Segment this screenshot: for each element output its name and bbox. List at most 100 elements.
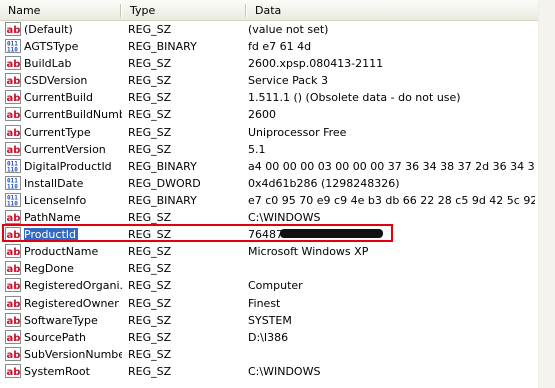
value-name-text: LicenseInfo xyxy=(24,193,87,207)
value-type: REG_SZ xyxy=(128,262,172,276)
value-data: 5.1 xyxy=(248,142,266,156)
svg-text:ab: ab xyxy=(7,333,21,343)
value-name-text: SystemRoot xyxy=(24,364,90,378)
value-name-text: SubVersionNumber xyxy=(24,347,122,361)
string-value-icon: ab xyxy=(5,261,21,276)
string-value-icon: ab xyxy=(5,90,21,105)
value-name: CurrentBuild xyxy=(24,89,122,106)
value-name: PathName xyxy=(24,209,122,226)
svg-text:110: 110 xyxy=(7,200,18,206)
value-data: (value not set) xyxy=(248,23,329,36)
value-name: (Default) xyxy=(24,21,122,38)
value-name-text: DigitalProductId xyxy=(24,159,112,173)
value-data: 2600 xyxy=(248,108,276,122)
value-name-text: (Default) xyxy=(24,23,73,36)
list-row[interactable]: ab (Default) REG_SZ (value not set) xyxy=(0,21,538,38)
list-row[interactable]: 011 110 InstallDate REG_DWORD 0x4d61b286 (12… xyxy=(0,175,538,192)
column-header-name[interactable]: Name xyxy=(0,0,122,20)
list-row[interactable]: ab SoftwareType REG_SZ SYSTEM xyxy=(0,312,538,329)
svg-text:ab: ab xyxy=(7,213,21,223)
svg-text:ab: ab xyxy=(7,247,21,257)
registry-value-list: ab (Default) REG_SZ (value not set) 011 110 AG… xyxy=(0,21,538,380)
value-name: RegDone xyxy=(24,260,122,277)
list-row[interactable]: ab CurrentVersion REG_SZ 5.1 xyxy=(0,141,538,158)
binary-value-icon: 011 110 xyxy=(5,158,21,173)
list-row[interactable]: abCurrentBuildNumber REG_SZ 2600 xyxy=(0,106,538,123)
list-row[interactable]: ab BuildLab REG_SZ 2600.xpsp.080413-2111 xyxy=(0,55,538,72)
value-type: REG_BINARY xyxy=(128,40,197,54)
svg-text:ab: ab xyxy=(7,230,21,240)
list-row[interactable]: ab CurrentBuild REG_SZ 1.511.1 () (Obsolete… xyxy=(0,89,538,106)
value-name-text: CurrentType xyxy=(24,125,91,139)
value-data: Computer xyxy=(248,279,303,293)
value-name: SubVersionNumber xyxy=(24,346,122,363)
svg-text:ab: ab xyxy=(7,59,21,69)
list-row[interactable]: ab RegDone REG_SZ xyxy=(0,260,538,277)
value-data: D:\I386 xyxy=(248,330,289,344)
svg-text:ab: ab xyxy=(7,264,21,274)
list-row[interactable]: ab SystemRoot REG_SZ C:\WINDOWS xyxy=(0,363,538,380)
string-value-icon: ab xyxy=(5,312,21,327)
string-value-icon: ab xyxy=(5,278,21,293)
svg-text:110: 110 xyxy=(7,47,18,53)
list-row[interactable]: ab CurrentType REG_SZ Uniprocessor Free xyxy=(0,124,538,141)
string-value-icon: ab xyxy=(5,141,21,156)
svg-text:ab: ab xyxy=(7,93,21,103)
value-type: REG_SZ xyxy=(128,142,172,156)
list-row[interactable]: ab SourcePath REG_SZ D:\I386 xyxy=(0,329,538,346)
value-name: BuildLab xyxy=(24,55,122,72)
value-type: REG_SZ xyxy=(128,125,172,139)
string-value-icon: ab xyxy=(5,329,21,344)
value-data: Uniprocessor Free xyxy=(248,125,347,139)
string-value-icon: ab xyxy=(5,22,21,36)
list-row[interactable]: ab ProductId REG_SZ 76487 xyxy=(0,226,538,243)
value-name: SystemRoot xyxy=(24,363,122,380)
column-header-bar: Name Type Data xyxy=(0,0,538,21)
svg-text:ab: ab xyxy=(7,128,21,138)
string-value-icon: ab xyxy=(5,210,21,225)
string-value-icon: ab xyxy=(5,363,21,378)
value-name: CSDVersion xyxy=(24,72,122,89)
value-name: CurrentType xyxy=(24,124,122,141)
value-name: CurrentVersion xyxy=(24,141,122,158)
value-name-text: CurrentBuildNumber xyxy=(24,108,122,122)
list-row[interactable]: ab CSDVersion REG_SZ Service Pack 3 xyxy=(0,72,538,89)
value-name: SourcePath xyxy=(24,329,122,346)
list-row[interactable]: ab RegisteredOrgani... REG_SZ Computer xyxy=(0,277,538,294)
value-name-text: InstallDate xyxy=(24,176,84,190)
list-row[interactable]: ab RegisteredOwner REG_SZ Finest xyxy=(0,295,538,312)
list-row[interactable]: ab ProductName REG_SZ Microsoft Windows XP xyxy=(0,243,538,260)
list-row[interactable]: ab PathName REG_SZ C:\WINDOWS xyxy=(0,209,538,226)
value-data: C:\WINDOWS xyxy=(248,364,321,378)
value-type: REG_SZ xyxy=(128,296,172,310)
value-name: LicenseInfo xyxy=(24,192,122,209)
vertical-scrollbar[interactable] xyxy=(538,0,555,388)
list-row[interactable]: 011 110 DigitalProductId REG_BINARY a4 00 00… xyxy=(0,158,538,175)
value-data: a4 00 00 00 03 00 00 00 37 36 34 38 37 2… xyxy=(248,159,535,173)
svg-text:ab: ab xyxy=(7,110,21,120)
value-data: 0x4d61b286 (1298248326) xyxy=(248,176,400,190)
list-row[interactable]: ab SubVersionNumber REG_SZ xyxy=(0,346,538,363)
value-type: REG_BINARY xyxy=(128,159,197,173)
column-header-type[interactable]: Type xyxy=(122,0,247,20)
value-name: CurrentBuildNumber xyxy=(24,106,122,123)
list-row[interactable]: 011 110 LicenseInfo REG_BINARY e7 c0 95 70 e… xyxy=(0,192,538,209)
value-type: REG_SZ xyxy=(128,211,172,225)
value-data: Microsoft Windows XP xyxy=(248,245,369,259)
value-data: Finest xyxy=(248,296,281,310)
column-header-data[interactable]: Data xyxy=(247,0,538,20)
value-name-text: CurrentVersion xyxy=(24,142,106,156)
value-type: REG_SZ xyxy=(128,364,172,378)
svg-text:110: 110 xyxy=(7,166,18,172)
value-name-text: CSDVersion xyxy=(24,74,88,88)
value-type: REG_SZ xyxy=(128,330,172,344)
string-value-icon: ab xyxy=(5,227,21,242)
list-row[interactable]: 011 110 AGTSType REG_BINARY fd e7 61 4d xyxy=(0,38,538,55)
string-value-icon: ab xyxy=(5,107,21,122)
value-type: REG_SZ xyxy=(128,279,172,293)
value-name: ProductName xyxy=(24,243,122,260)
string-value-icon: ab xyxy=(5,295,21,310)
value-name: AGTSType xyxy=(24,38,122,55)
value-name-text: PathName xyxy=(24,211,81,225)
value-type: REG_SZ xyxy=(128,108,172,122)
